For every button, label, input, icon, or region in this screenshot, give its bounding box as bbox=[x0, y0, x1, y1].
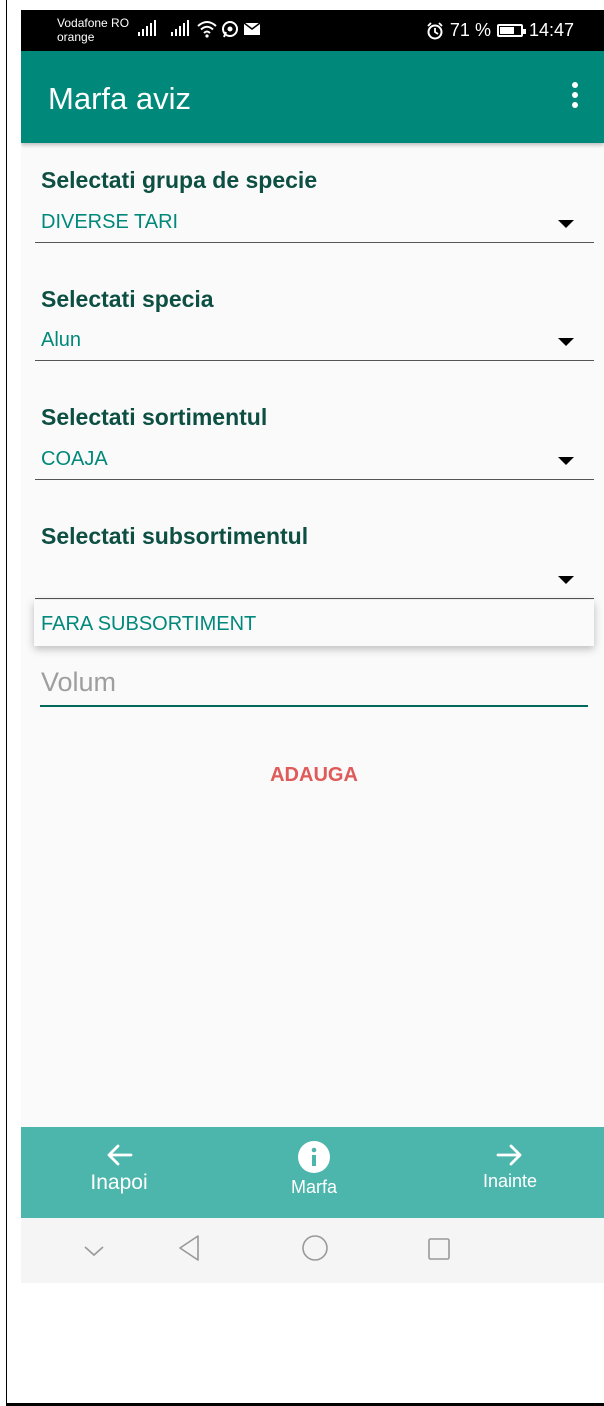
dropdown-option[interactable]: FARA SUBSORTIMENT bbox=[41, 613, 256, 636]
app-bar: Marfa aviz bbox=[21, 51, 604, 143]
signal-icon bbox=[138, 20, 156, 36]
more-vert-icon[interactable] bbox=[570, 82, 580, 112]
carrier-primary: Vodafone RO bbox=[57, 16, 130, 30]
carrier-secondary: orange bbox=[57, 30, 95, 44]
back-triangle-icon[interactable] bbox=[177, 1234, 201, 1262]
alarm-icon bbox=[427, 21, 443, 39]
species-label: Selectati specia bbox=[41, 286, 214, 312]
dropdown-arrow-icon bbox=[558, 338, 574, 346]
next-nav-label: Inainte bbox=[482, 1171, 538, 1191]
next-nav-button[interactable]: Inainte bbox=[435, 1127, 585, 1218]
battery-icon bbox=[496, 24, 526, 37]
chevron-down-icon[interactable] bbox=[83, 1244, 105, 1258]
dropdown-arrow-icon bbox=[558, 576, 574, 584]
marfa-nav-button[interactable]: Marfa bbox=[239, 1127, 389, 1218]
assortment-value: COAJA bbox=[41, 448, 108, 470]
clock: 14:47 bbox=[528, 20, 574, 40]
status-bar: Vodafone RO orange 71 % 14:47 bbox=[21, 10, 604, 51]
wifi-icon bbox=[197, 21, 217, 38]
page-title: Marfa aviz bbox=[48, 81, 191, 116]
system-navigation-bar bbox=[21, 1218, 604, 1283]
bottom-navigation: Inapoi Marfa Inainte bbox=[21, 1127, 604, 1218]
back-nav-button[interactable]: Inapoi bbox=[44, 1127, 194, 1218]
battery-percent: 71 % bbox=[449, 20, 491, 40]
volume-input[interactable] bbox=[40, 660, 588, 707]
back-nav-label: Inapoi bbox=[90, 1171, 148, 1194]
recents-square-icon[interactable] bbox=[427, 1237, 451, 1261]
home-circle-icon[interactable] bbox=[301, 1234, 329, 1262]
species-value: Alun bbox=[41, 329, 82, 351]
assortment-spinner[interactable]: COAJA bbox=[35, 435, 594, 480]
species-spinner[interactable]: Alun bbox=[35, 316, 594, 361]
marfa-nav-label: Marfa bbox=[290, 1177, 337, 1197]
screenshot-frame-left bbox=[6, 0, 7, 1406]
phone-screen: Vodafone RO orange 71 % 14:47 Marfa aviz… bbox=[21, 10, 604, 1283]
carrier-info: Vodafone RO orange bbox=[57, 16, 129, 44]
add-button[interactable]: ADAUGA bbox=[251, 760, 377, 790]
status-right: 71 % 14:47 bbox=[426, 20, 574, 41]
arrow-back-icon bbox=[107, 1144, 133, 1166]
assortment-label: Selectati sortimentul bbox=[41, 404, 268, 430]
battery-level bbox=[499, 27, 515, 34]
mail-icon bbox=[244, 23, 260, 35]
species-group-value: DIVERSE TARI bbox=[41, 211, 179, 233]
arrow-forward-icon bbox=[496, 1144, 522, 1166]
info-icon bbox=[298, 1141, 330, 1173]
species-group-spinner[interactable]: DIVERSE TARI bbox=[35, 198, 594, 243]
subassortment-dropdown: FARA SUBSORTIMENT bbox=[34, 600, 594, 646]
dropdown-arrow-icon bbox=[558, 457, 574, 465]
dropdown-arrow-icon bbox=[558, 220, 574, 228]
subassortment-spinner[interactable] bbox=[35, 554, 594, 599]
signal-icon bbox=[171, 20, 189, 36]
species-group-label: Selectati grupa de specie bbox=[41, 167, 318, 193]
subassortment-label: Selectati subsortimentul bbox=[41, 523, 309, 549]
whatsapp-icon bbox=[222, 21, 238, 38]
